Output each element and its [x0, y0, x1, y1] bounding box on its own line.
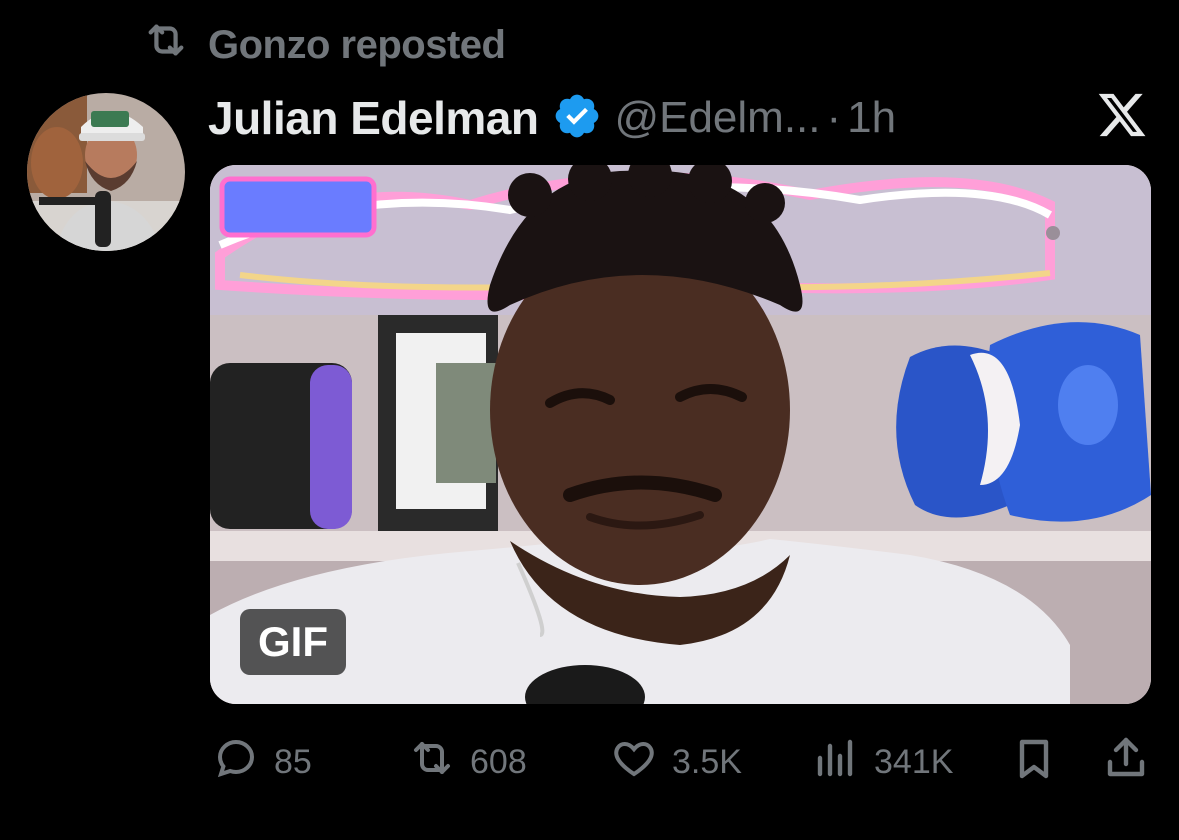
share-icon — [1102, 734, 1150, 791]
repost-count: 608 — [470, 742, 527, 781]
reply-count: 85 — [274, 742, 312, 781]
author-handle[interactable]: @Edelm... — [614, 93, 820, 143]
header-separator: · — [826, 93, 842, 142]
gif-frame — [210, 165, 1151, 704]
verified-badge-icon[interactable] — [538, 91, 614, 146]
bookmark-button[interactable] — [1010, 732, 1058, 792]
repost-action-icon — [408, 734, 456, 791]
author-display-name[interactable]: Julian Edelman — [208, 91, 539, 145]
media-gif[interactable]: GIF — [210, 165, 1151, 704]
analytics-icon — [812, 734, 860, 791]
share-button[interactable] — [1102, 732, 1150, 792]
tweet-header: Julian Edelman @Edelm... · 1h — [208, 86, 896, 150]
gif-badge: GIF — [240, 609, 346, 675]
bookmark-icon — [1010, 734, 1058, 791]
avatar[interactable] — [27, 93, 185, 251]
repost-icon — [138, 17, 194, 73]
action-bar: 85 608 3.5K 341K — [212, 732, 1152, 792]
post-time[interactable]: 1h — [847, 93, 896, 143]
heart-icon — [610, 734, 658, 791]
repost-header-text: Gonzo reposted — [208, 22, 506, 67]
views-button[interactable]: 341K — [812, 732, 953, 792]
views-count: 341K — [874, 742, 954, 781]
repost-header[interactable]: Gonzo reposted — [138, 17, 506, 73]
x-logo-icon — [1096, 89, 1148, 141]
like-count: 3.5K — [672, 742, 742, 781]
like-button[interactable]: 3.5K — [610, 732, 742, 792]
reply-icon — [212, 734, 260, 791]
reply-button[interactable]: 85 — [212, 732, 312, 792]
repost-button[interactable]: 608 — [408, 732, 527, 792]
